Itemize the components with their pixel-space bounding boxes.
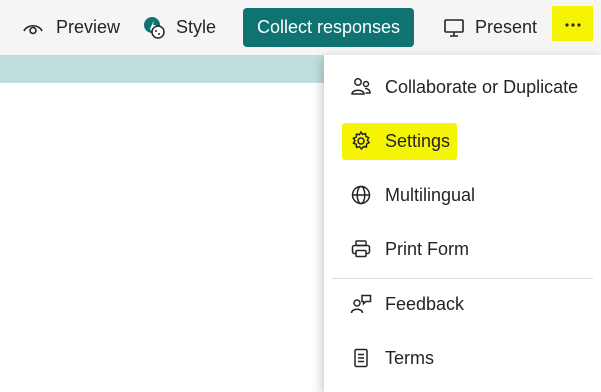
- globe-icon: [350, 184, 372, 206]
- menu-item-settings[interactable]: Settings: [324, 119, 601, 163]
- style-label: Style: [176, 17, 217, 37]
- menu-divider: [332, 278, 593, 279]
- menu-item-label: Settings: [385, 130, 451, 151]
- menu-item-label: Collaborate or Duplicate: [385, 76, 579, 97]
- menu-item-print-form[interactable]: Print Form: [324, 227, 601, 271]
- feedback-icon: [350, 293, 372, 315]
- preview-label: Preview: [56, 17, 121, 37]
- palette-icon: [142, 15, 168, 41]
- document-icon: [350, 347, 372, 369]
- eye-icon: [20, 15, 46, 41]
- menu-item-multilingual[interactable]: Multilingual: [324, 173, 601, 217]
- printer-icon: [350, 238, 372, 260]
- menu-item-label: Feedback: [385, 293, 465, 314]
- gear-icon: [350, 130, 372, 152]
- more-icon: [564, 15, 582, 33]
- menu-item-collaborate[interactable]: Collaborate or Duplicate: [324, 65, 601, 109]
- present-label: Present: [475, 17, 538, 37]
- toolbar: Preview Style Collect responses Present: [0, 0, 601, 55]
- people-icon: [350, 76, 372, 98]
- menu-item-label: Multilingual: [385, 184, 476, 205]
- monitor-icon: [441, 15, 467, 41]
- style-button[interactable]: Style: [142, 0, 216, 55]
- menu-item-label: Terms: [385, 347, 434, 368]
- menu-item-terms[interactable]: Terms: [324, 336, 601, 380]
- more-options-menu: Collaborate or Duplicate Settings Multil: [324, 55, 601, 392]
- menu-item-label: Print Form: [385, 238, 470, 259]
- page: Preview Style Collect responses Present …: [0, 0, 601, 392]
- present-button[interactable]: Present: [441, 0, 537, 55]
- menu-item-feedback[interactable]: Feedback: [324, 282, 601, 326]
- preview-button[interactable]: Preview: [20, 0, 120, 55]
- collect-responses-button[interactable]: Collect responses: [243, 8, 414, 47]
- more-options-button[interactable]: [552, 6, 593, 41]
